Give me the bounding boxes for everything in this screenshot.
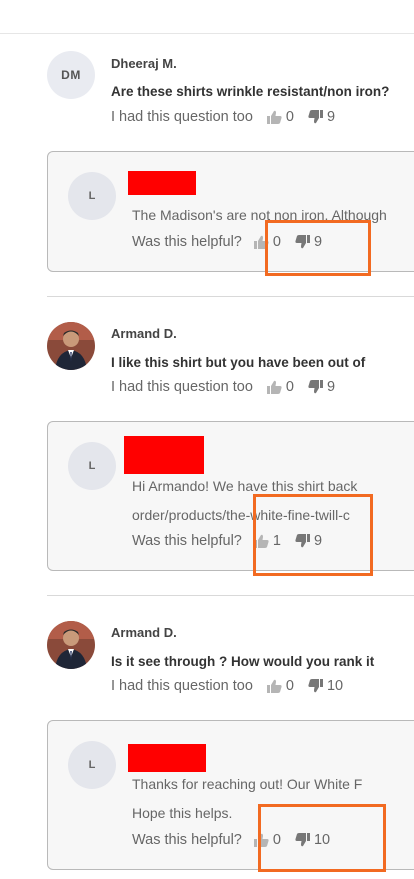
highlight-box bbox=[265, 220, 371, 276]
answer-avatar-initial: L bbox=[88, 759, 96, 771]
user-photo-icon bbox=[47, 322, 95, 370]
answer-avatar: L bbox=[68, 741, 116, 789]
upvote-button[interactable]: 0 bbox=[266, 678, 294, 694]
avatar-armand bbox=[47, 322, 95, 370]
downvote-button[interactable]: 10 bbox=[308, 678, 343, 694]
helpful-label: Was this helpful? bbox=[132, 832, 242, 848]
question-vote-row: I had this question too 0 10 bbox=[111, 678, 357, 694]
question-author: Dheeraj M. bbox=[111, 56, 177, 71]
downvote-button[interactable]: 9 bbox=[308, 109, 335, 125]
answer-avatar-initial: L bbox=[88, 460, 96, 472]
had-question-label: I had this question too bbox=[111, 678, 253, 694]
question-divider bbox=[47, 296, 414, 297]
had-question-label: I had this question too bbox=[111, 109, 253, 125]
answer-text-line: Thanks for reaching out! Our White F bbox=[132, 776, 363, 792]
helpful-label: Was this helpful? bbox=[132, 533, 242, 549]
question-text: Are these shirts wrinkle resistant/non i… bbox=[111, 84, 390, 99]
avatar-armand bbox=[47, 621, 95, 669]
question-text: Is it see through ? How would you rank i… bbox=[111, 654, 375, 669]
downvote-count: 10 bbox=[326, 678, 344, 694]
upvote-button[interactable]: 0 bbox=[266, 379, 294, 395]
upvote-count: 0 bbox=[285, 109, 294, 125]
thumbs-up-icon bbox=[266, 380, 282, 394]
thumbs-down-icon bbox=[308, 380, 323, 394]
highlight-box bbox=[253, 494, 373, 576]
thumbs-down-icon bbox=[308, 110, 323, 124]
avatar-initials: DM bbox=[61, 68, 81, 82]
upvote-count: 0 bbox=[285, 379, 294, 395]
question-author: Armand D. bbox=[111, 326, 177, 341]
answer-text-line: Hi Armando! We have this shirt back bbox=[132, 478, 358, 494]
thumbs-down-icon bbox=[308, 679, 323, 693]
had-question-label: I had this question too bbox=[111, 379, 253, 395]
question-divider bbox=[47, 595, 414, 596]
question-vote-row: I had this question too 0 9 bbox=[111, 379, 349, 395]
thumbs-up-icon bbox=[266, 679, 282, 693]
downvote-count: 9 bbox=[326, 109, 336, 125]
downvote-count: 9 bbox=[326, 379, 336, 395]
question-author: Armand D. bbox=[111, 625, 177, 640]
redacted-name bbox=[124, 436, 204, 474]
answer-avatar-initial: L bbox=[88, 190, 96, 202]
question-vote-row: I had this question too 0 9 bbox=[111, 109, 349, 125]
question-text: I like this shirt but you have been out … bbox=[111, 355, 366, 370]
answer-avatar: L bbox=[68, 172, 116, 220]
redacted-name bbox=[128, 171, 196, 195]
avatar-dheeraj: DM bbox=[47, 51, 95, 99]
upvote-button[interactable]: 0 bbox=[266, 109, 294, 125]
user-photo-icon bbox=[47, 621, 95, 669]
upvote-count: 0 bbox=[285, 678, 294, 694]
thumbs-up-icon bbox=[266, 110, 282, 124]
downvote-button[interactable]: 9 bbox=[308, 379, 335, 395]
redacted-name bbox=[128, 744, 206, 772]
helpful-label: Was this helpful? bbox=[132, 234, 242, 250]
highlight-box bbox=[258, 804, 386, 872]
top-divider bbox=[0, 33, 414, 34]
answer-avatar: L bbox=[68, 442, 116, 490]
